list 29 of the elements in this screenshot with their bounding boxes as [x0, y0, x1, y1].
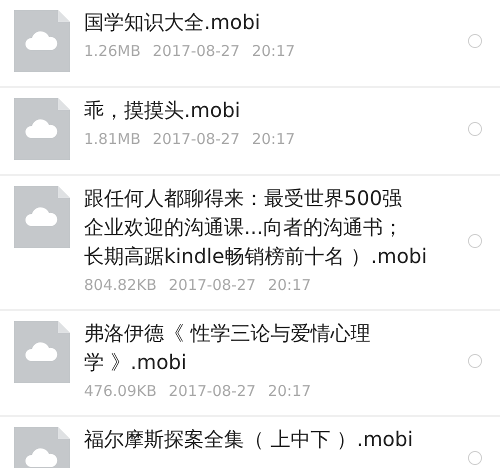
file-cloud-icon [14, 186, 70, 248]
file-name: 学 》.mobi [84, 349, 187, 376]
file-time: 20:17 [252, 129, 296, 149]
file-name: 福尔摩斯探案全集（ 上中下 ）.mobi [84, 426, 414, 453]
file-name: 长期高踞kindle畅销榜前十名 ）.mobi [84, 243, 428, 270]
file-name: 企业欢迎的沟通课...向者的沟通书； [84, 214, 404, 241]
radio-button[interactable] [468, 234, 482, 248]
file-cloud-icon [14, 10, 70, 72]
file-cloud-icon [14, 321, 70, 383]
file-size: 804.82KB [84, 275, 157, 295]
radio-button[interactable] [468, 122, 482, 136]
file-time: 20:17 [268, 275, 312, 295]
file-date: 2017-08-27 [152, 41, 240, 61]
file-name: 跟任何人都聊得来：最受世界500强 [84, 185, 402, 212]
file-time: 20:17 [252, 41, 296, 61]
file-name: 乖，摸摸头.mobi [84, 97, 240, 124]
file-size: 1.81MB [84, 129, 141, 149]
file-name: 弗洛伊德《 性学三论与爱情心理 [84, 320, 370, 347]
file-date: 2017-08-27 [168, 381, 256, 401]
file-date: 2017-08-27 [152, 129, 240, 149]
file-size: 1.26MB [84, 41, 141, 61]
radio-button[interactable] [468, 451, 482, 465]
file-time: 20:17 [268, 381, 312, 401]
file-size: 476.09KB [84, 381, 157, 401]
file-date: 2017-08-27 [168, 275, 256, 295]
file-cloud-icon [14, 98, 70, 160]
file-name: 国学知识大全.mobi [84, 9, 260, 36]
radio-button[interactable] [468, 354, 482, 368]
radio-button[interactable] [468, 34, 482, 48]
